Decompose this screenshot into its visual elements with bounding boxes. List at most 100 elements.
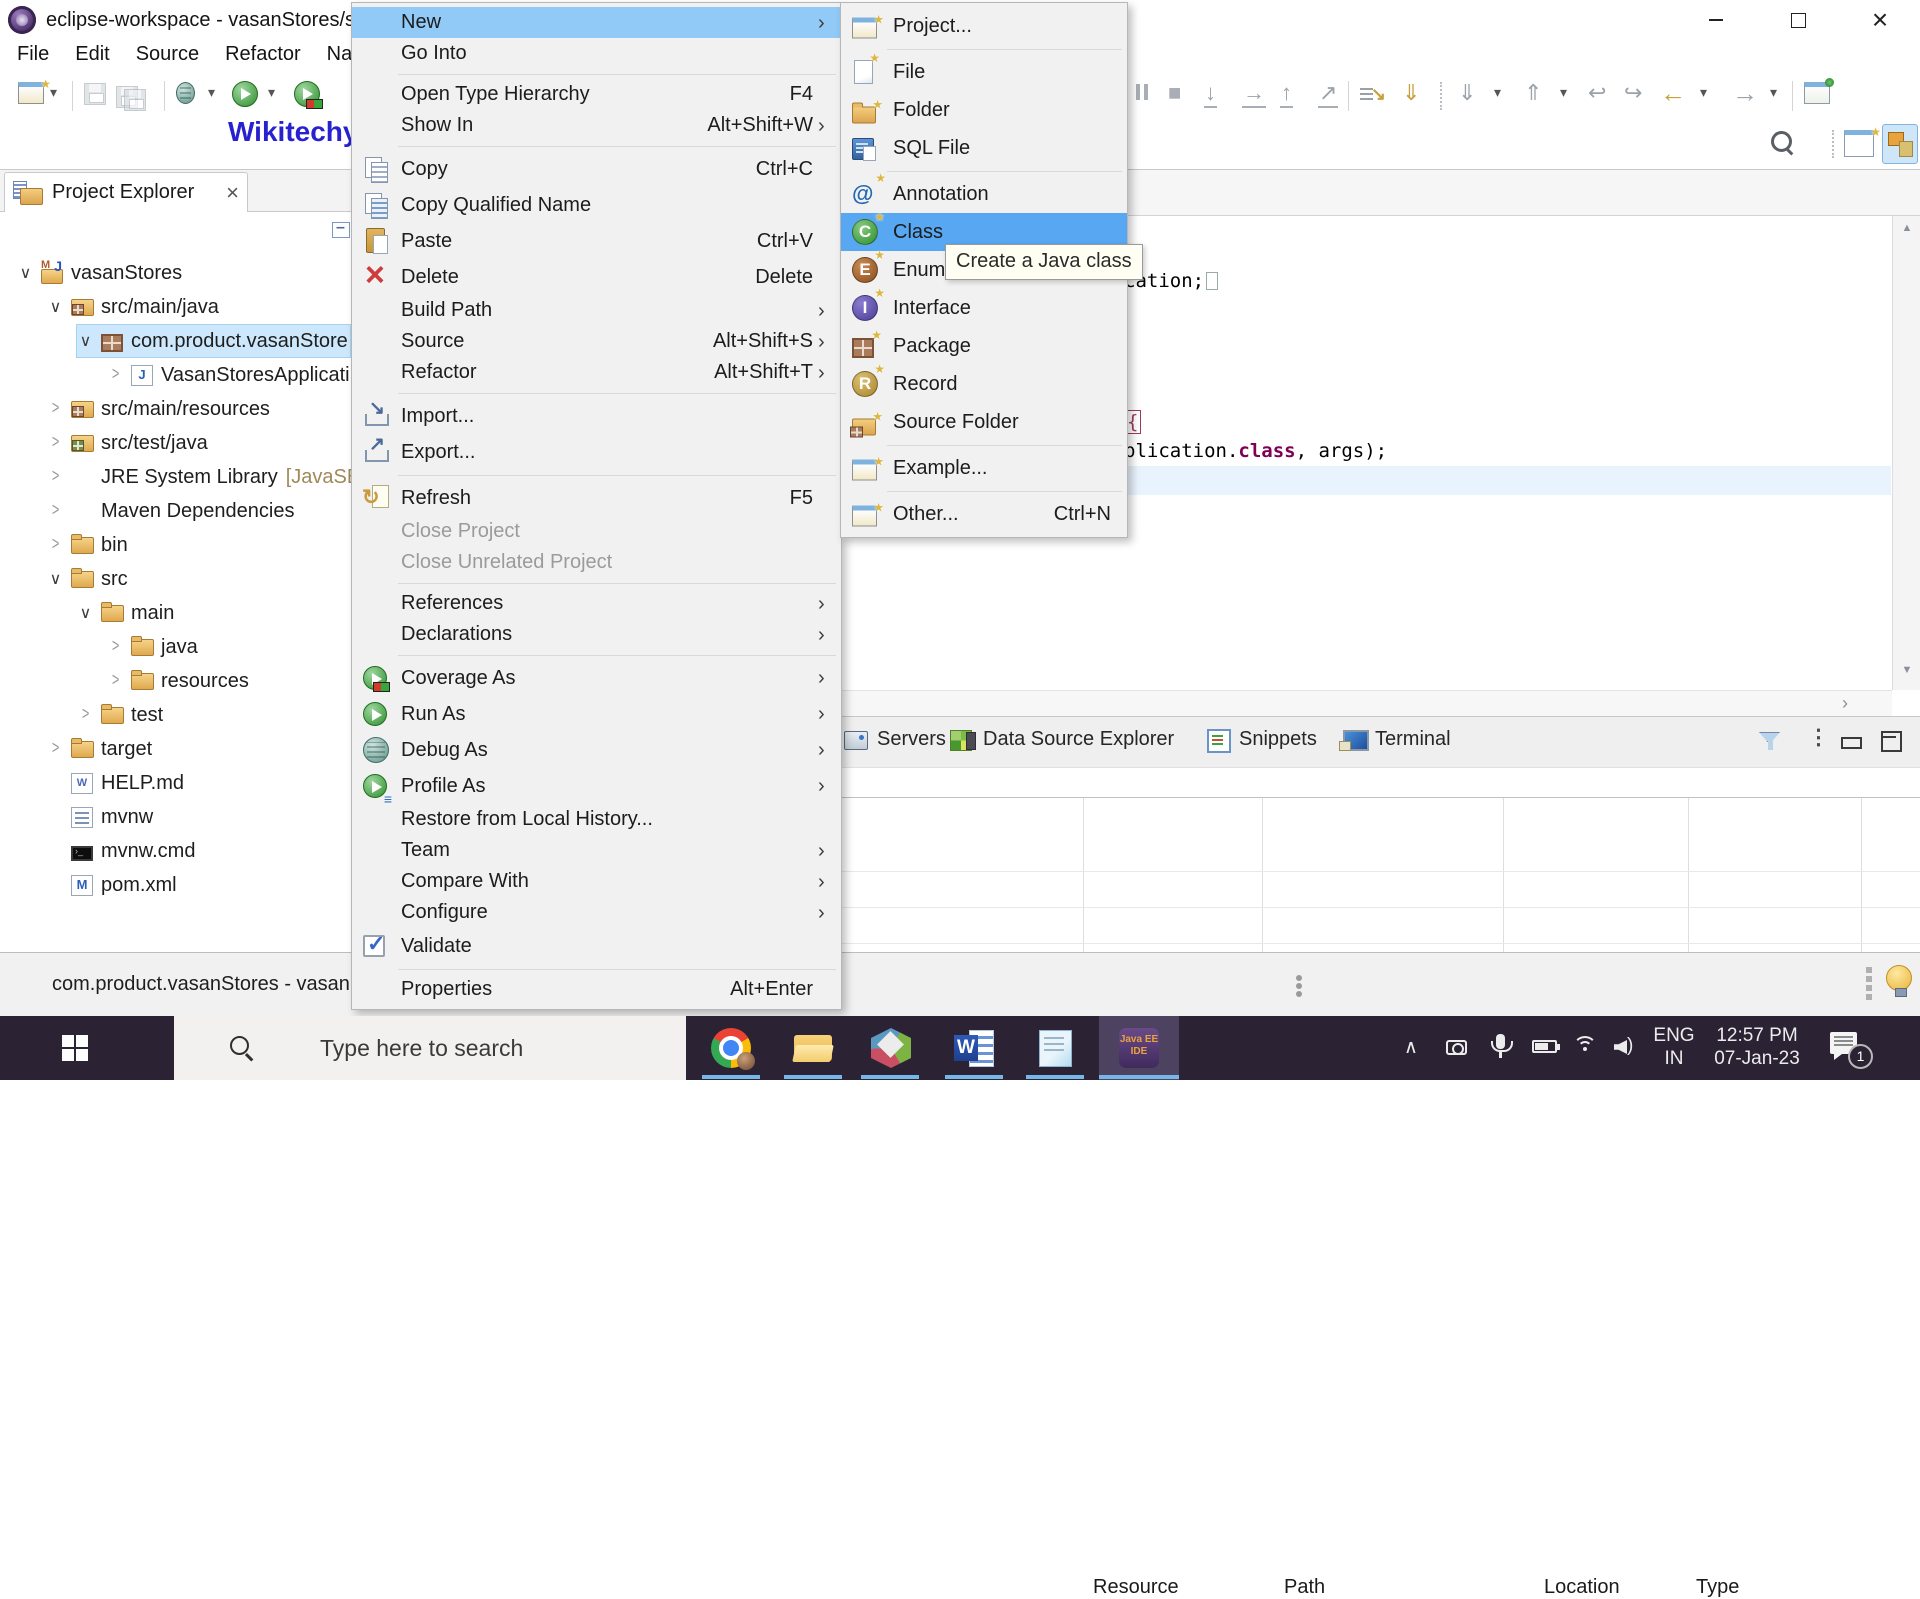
collapse-all-icon[interactable]: [332, 222, 350, 238]
context-menu-item[interactable]: Debug As: [352, 732, 841, 768]
tab-terminal[interactable]: Terminal: [1342, 727, 1451, 751]
lightbulb-icon[interactable]: [1886, 965, 1912, 991]
context-menu-item[interactable]: Import...: [352, 398, 841, 434]
suspend-button[interactable]: [1136, 84, 1148, 100]
context-menu-item[interactable]: Team: [352, 835, 841, 866]
tab-data-source-explorer[interactable]: Data Source Explorer: [950, 727, 1174, 751]
context-menu-item[interactable]: Configure: [352, 897, 841, 928]
column-header-location[interactable]: Location: [1544, 1576, 1620, 1599]
menu-bar-item[interactable]: Refactor: [212, 40, 314, 72]
tree-item[interactable]: VasanStoresApplicati: [0, 358, 351, 392]
tray-volume-icon[interactable]: [1614, 1038, 1640, 1056]
context-menu-item[interactable]: [352, 578, 841, 588]
context-menu-item[interactable]: Compare With: [352, 866, 841, 897]
scroll-up-icon[interactable]: ▲: [1893, 222, 1920, 234]
submenu-item[interactable]: Package: [841, 327, 1127, 365]
taskbar-eclipse-icon[interactable]: Java EE IDE: [1119, 1028, 1159, 1068]
tree-expand-arrow[interactable]: [48, 740, 63, 758]
forward-dropdown-caret[interactable]: [1770, 84, 1777, 101]
tree-expand-arrow[interactable]: [78, 603, 93, 623]
submenu-item[interactable]: Annotation: [841, 175, 1127, 213]
submenu-item[interactable]: Source Folder: [841, 403, 1127, 441]
save-button[interactable]: [84, 83, 106, 105]
tree-item[interactable]: src: [0, 562, 351, 596]
tree-expand-arrow[interactable]: [48, 569, 63, 589]
tree-item[interactable]: bin: [0, 528, 351, 562]
submenu-item[interactable]: [841, 45, 1127, 53]
next-edit-location-button[interactable]: [1624, 80, 1642, 106]
back-dropdown-caret[interactable]: [1700, 84, 1707, 101]
view-menu-icon[interactable]: ⋮: [1808, 725, 1829, 750]
tree-item[interactable]: mvnw: [0, 800, 351, 834]
column-divider[interactable]: [1861, 798, 1862, 952]
context-menu-item[interactable]: Properties Alt+Enter: [352, 974, 841, 1005]
tree-item[interactable]: com.product.vasanStore: [0, 324, 351, 358]
tree-item[interactable]: target: [0, 732, 351, 766]
context-menu-item[interactable]: New: [352, 7, 841, 38]
context-menu-item[interactable]: Profile As: [352, 768, 841, 804]
coverage-button[interactable]: [294, 81, 320, 107]
window-minimize-button[interactable]: [1690, 0, 1742, 40]
tree-item[interactable]: main: [0, 596, 351, 630]
menu-bar-item[interactable]: File: [4, 40, 62, 72]
tree-item[interactable]: resources: [0, 664, 351, 698]
tree-expand-arrow[interactable]: [48, 468, 63, 486]
tree-item[interactable]: Maven Dependencies: [0, 494, 351, 528]
run-dropdown-caret[interactable]: [268, 84, 275, 101]
submenu-item[interactable]: Record: [841, 365, 1127, 403]
fetch-next-button[interactable]: [1458, 80, 1476, 106]
back-button[interactable]: [1660, 78, 1686, 109]
tree-item[interactable]: JRE System Library [JavaSE: [0, 460, 351, 494]
pin-editor-button[interactable]: [1804, 82, 1830, 104]
context-menu-item[interactable]: Copy Ctrl+C: [352, 151, 841, 187]
skip-all-breakpoints-button[interactable]: [1360, 86, 1380, 102]
column-header-type[interactable]: Type: [1696, 1576, 1739, 1599]
submenu-item[interactable]: Interface: [841, 289, 1127, 327]
tree-item[interactable]: src/test/java: [0, 426, 351, 460]
tree-item[interactable]: test: [0, 698, 351, 732]
submenu-item[interactable]: File: [841, 53, 1127, 91]
previous-edit-location-button[interactable]: [1588, 80, 1606, 106]
context-menu-item[interactable]: Restore from Local History...: [352, 804, 841, 835]
tree-expand-arrow[interactable]: [108, 366, 123, 384]
tray-language[interactable]: ENG IN: [1646, 1025, 1702, 1070]
context-menu-item[interactable]: Paste Ctrl+V: [352, 223, 841, 259]
column-divider[interactable]: [1083, 798, 1084, 952]
taskbar-word-icon[interactable]: [954, 1028, 994, 1068]
java-ee-perspective-button[interactable]: [1882, 124, 1918, 164]
context-menu-item[interactable]: Refresh F5: [352, 480, 841, 516]
context-menu-item[interactable]: Declarations: [352, 619, 841, 650]
tree-expand-arrow[interactable]: [78, 706, 93, 724]
context-menu-item[interactable]: Open Type Hierarchy F4: [352, 79, 841, 110]
context-menu-item[interactable]: [352, 964, 841, 974]
context-menu-item[interactable]: [352, 69, 841, 79]
tree-item[interactable]: HELP.md: [0, 766, 351, 800]
tree-item[interactable]: src/main/java: [0, 290, 351, 324]
context-menu-item[interactable]: [352, 650, 841, 660]
context-menu-item[interactable]: References: [352, 588, 841, 619]
debug-dropdown-caret[interactable]: [208, 84, 215, 101]
tree-expand-arrow[interactable]: [48, 400, 63, 418]
context-menu-item[interactable]: Refactor Alt+Shift+T: [352, 357, 841, 388]
column-divider[interactable]: [1262, 798, 1263, 952]
tree-expand-arrow[interactable]: [108, 672, 123, 690]
context-menu-item[interactable]: Run As: [352, 696, 841, 732]
context-menu-item[interactable]: Show In Alt+Shift+W: [352, 110, 841, 141]
terminate-button[interactable]: [1168, 80, 1181, 106]
fetch-prev-dropdown-caret[interactable]: [1560, 84, 1567, 101]
tree-item[interactable]: mvnw.cmd: [0, 834, 351, 868]
close-icon[interactable]: ×: [226, 180, 239, 206]
taskbar-chrome-icon[interactable]: [711, 1028, 751, 1068]
forward-button[interactable]: [1732, 78, 1758, 109]
tree-expand-arrow[interactable]: [48, 297, 63, 317]
context-menu-item[interactable]: Source Alt+Shift+S: [352, 326, 841, 357]
tree-expand-arrow[interactable]: [48, 434, 63, 452]
submenu-item[interactable]: SQL File: [841, 129, 1127, 167]
tree-expand-arrow[interactable]: [18, 263, 33, 283]
tree-item[interactable]: vasanStores: [0, 256, 351, 290]
tray-wifi-icon[interactable]: [1572, 1036, 1598, 1058]
submenu-item[interactable]: Other... Ctrl+N: [841, 495, 1127, 533]
column-header-path[interactable]: Path: [1284, 1576, 1325, 1599]
tree-item[interactable]: pom.xml: [0, 868, 351, 902]
tray-battery-icon[interactable]: [1532, 1040, 1557, 1053]
